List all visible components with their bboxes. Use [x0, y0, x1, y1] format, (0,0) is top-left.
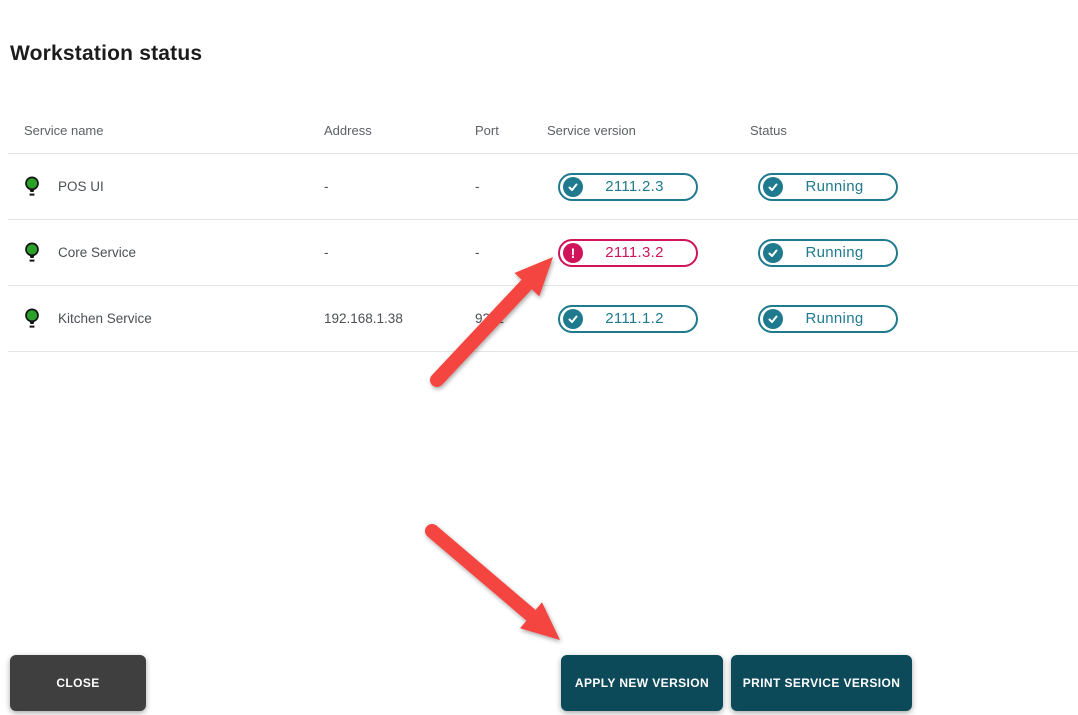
- version-badge: ! 2111.3.2: [558, 239, 698, 267]
- service-name-label: Core Service: [58, 245, 136, 260]
- service-name-label: POS UI: [58, 179, 104, 194]
- version-badge: ! 2111.2.3: [558, 173, 698, 201]
- status-badge: Running: [758, 239, 898, 267]
- status-badge: Running: [758, 305, 898, 333]
- table-row: Core Service - - ! 2111.3.2 Running: [8, 220, 1078, 286]
- page-title: Workstation status: [10, 42, 202, 66]
- service-version-cell: ! 2111.3.2: [547, 239, 750, 267]
- port-cell: -: [475, 245, 547, 260]
- lightbulb-icon: [24, 242, 40, 263]
- table-row: POS UI - - ! 2111.2.3 Running: [8, 154, 1078, 220]
- status-badge: Running: [758, 173, 898, 201]
- version-state-icon: !: [563, 177, 583, 197]
- annotation-arrow-to-apply-button: [432, 531, 560, 640]
- version-state-icon: !: [563, 309, 583, 329]
- check-icon: [767, 313, 779, 325]
- version-badge: ! 2111.1.2: [558, 305, 698, 333]
- status-label: Running: [783, 244, 896, 261]
- apply-new-version-button[interactable]: APPLY NEW VERSION: [561, 655, 723, 711]
- lightbulb-icon: [24, 308, 40, 329]
- status-state-icon: [763, 309, 783, 329]
- version-label: 2111.2.3: [583, 178, 696, 195]
- table-body: POS UI - - ! 2111.2.3 Running: [8, 154, 1078, 352]
- header-status: Status: [750, 123, 1078, 138]
- check-icon: [567, 181, 579, 193]
- exclamation-icon: !: [571, 246, 576, 260]
- address-cell: 192.168.1.38: [324, 311, 475, 326]
- version-state-icon: !: [563, 243, 583, 263]
- check-icon: [767, 247, 779, 259]
- lightbulb-icon: [24, 176, 40, 197]
- status-label: Running: [783, 178, 896, 195]
- service-name-cell: Kitchen Service: [8, 308, 324, 329]
- status-cell: Running: [750, 173, 1078, 201]
- status-state-icon: [763, 177, 783, 197]
- status-cell: Running: [750, 239, 1078, 267]
- header-service-version: Service version: [547, 123, 750, 138]
- address-cell: -: [324, 179, 475, 194]
- workstation-status-table: Service name Address Port Service versio…: [8, 108, 1078, 352]
- status-label: Running: [783, 310, 896, 327]
- port-cell: -: [475, 179, 547, 194]
- service-version-cell: ! 2111.2.3: [547, 173, 750, 201]
- version-label: 2111.3.2: [583, 244, 696, 261]
- port-cell: 9211: [475, 311, 547, 326]
- service-name-label: Kitchen Service: [58, 311, 152, 326]
- header-port: Port: [475, 123, 547, 138]
- version-label: 2111.1.2: [583, 310, 696, 327]
- status-cell: Running: [750, 305, 1078, 333]
- check-icon: [767, 181, 779, 193]
- header-address: Address: [324, 123, 475, 138]
- table-row: Kitchen Service 192.168.1.38 9211 ! 2111…: [8, 286, 1078, 352]
- header-service-name: Service name: [8, 123, 324, 138]
- status-state-icon: [763, 243, 783, 263]
- address-cell: -: [324, 245, 475, 260]
- print-service-version-button[interactable]: PRINT SERVICE VERSION: [731, 655, 912, 711]
- check-icon: [567, 313, 579, 325]
- service-name-cell: Core Service: [8, 242, 324, 263]
- service-name-cell: POS UI: [8, 176, 324, 197]
- close-button[interactable]: CLOSE: [10, 655, 146, 711]
- table-header-row: Service name Address Port Service versio…: [8, 108, 1078, 154]
- service-version-cell: ! 2111.1.2: [547, 305, 750, 333]
